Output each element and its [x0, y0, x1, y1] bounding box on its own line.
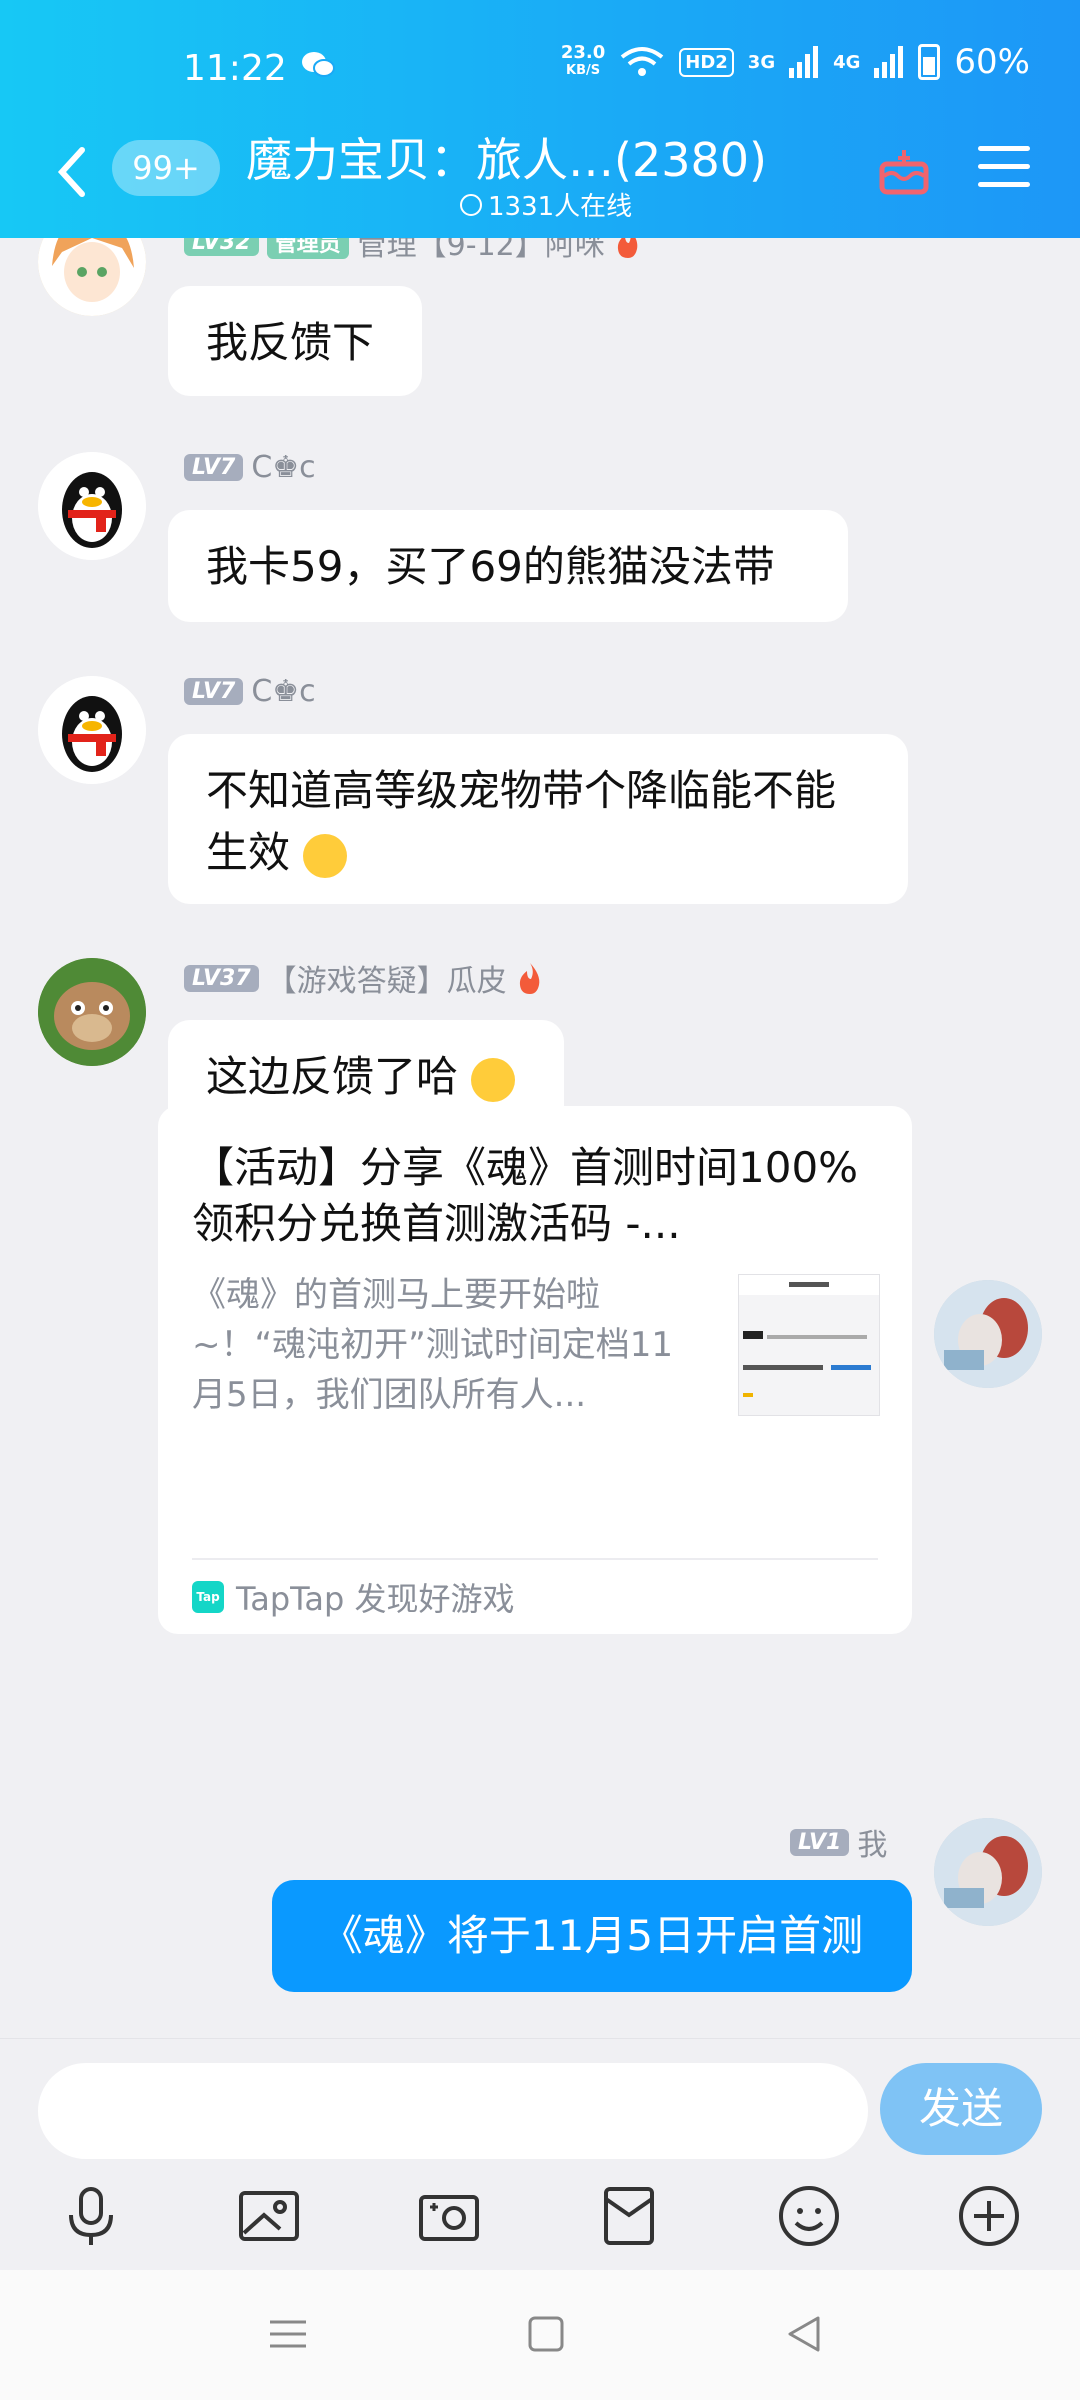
penguin-avatar-icon [38, 676, 146, 784]
my-avatar[interactable] [934, 1818, 1042, 1926]
avatar[interactable] [38, 958, 146, 1066]
sender-name[interactable]: C♚c [251, 450, 315, 485]
level-badge: LV1 [790, 1828, 850, 1856]
status-time: 11:22 [183, 48, 287, 89]
system-navigation-bar [0, 2270, 1080, 2400]
my-meta: LV1 我 [790, 1820, 887, 1864]
camera-icon[interactable] [416, 2183, 482, 2249]
back-arrow-icon[interactable] [52, 142, 92, 202]
my-message-bubble[interactable]: 《魂》将于11月5日开启首测 [272, 1880, 912, 1992]
avatar[interactable] [38, 676, 146, 784]
menu-icon[interactable] [978, 146, 1030, 192]
signal-icon-2 [874, 46, 904, 78]
group-title[interactable]: 魔力宝贝：旅人…(2380) [246, 124, 767, 190]
card-divider [192, 1558, 878, 1560]
message-bubble[interactable]: 我卡59，买了69的熊猫没法带 [168, 510, 848, 622]
level-badge: LV7 [184, 678, 244, 705]
image-icon[interactable] [236, 2183, 302, 2249]
level-badge: LV32 [184, 238, 259, 256]
battery-icon [918, 44, 941, 80]
card-description: 《魂》的首测马上要开始啦~！“魂沌初开”测试时间定档11月5日，我们团队所有人.… [192, 1275, 673, 1415]
sender-name[interactable]: C♚c [251, 674, 315, 709]
avatar[interactable] [38, 452, 146, 560]
sender-name: 我 [857, 1828, 888, 1863]
level-badge: LV37 [184, 964, 259, 992]
network-4g: 4G [833, 51, 861, 73]
signal-icon [789, 46, 819, 78]
sender-meta: LV32 管理员 管理【9-12】阿咪 [184, 238, 643, 264]
unread-badge[interactable]: 99+ [112, 140, 220, 196]
penguin-avatar-icon [38, 452, 146, 560]
send-button[interactable]: 发送 [880, 2063, 1042, 2155]
network-3g: 3G [747, 51, 776, 73]
message-input[interactable] [38, 2063, 868, 2159]
sender-name[interactable]: 【游戏答疑】瓜皮 [267, 956, 507, 1000]
message-bubble[interactable]: 我反馈下 [168, 286, 422, 396]
network-speed: 23.0 KB/S [560, 42, 606, 79]
sender-meta: LV7 C♚c [184, 450, 316, 485]
wifi-icon [621, 47, 664, 76]
fire-icon [519, 963, 539, 994]
cake-icon[interactable] [876, 142, 932, 198]
role-badge: 管理员 [266, 238, 349, 259]
shared-link-card[interactable]: 【活动】分享《魂》首测时间100%领积分兑换首测激活码 -... 《魂》的首测马… [158, 1106, 912, 1634]
home-icon[interactable] [522, 2310, 570, 2358]
toolbar [0, 2183, 1080, 2263]
online-count: 1331人在线 [460, 186, 632, 223]
check-circle-icon [460, 193, 482, 216]
sender-name[interactable]: 管理【9-12】阿咪 [357, 238, 605, 264]
thumbnail-image [739, 1275, 879, 1397]
avatar[interactable] [38, 238, 146, 316]
fire-icon [617, 238, 638, 258]
plus-icon[interactable] [956, 2183, 1022, 2249]
microphone-icon[interactable] [58, 2183, 124, 2249]
chat-header: 11:22 23.0 KB/S HD2 3G 4G 60% 99+ 魔力宝贝：旅… [0, 0, 1080, 238]
wechat-icon [302, 52, 335, 77]
yummy-emoji-icon [471, 1057, 516, 1102]
my-avatar-image [934, 1818, 1042, 1926]
status-bar: 11:22 23.0 KB/S HD2 3G 4G 60% [0, 40, 1080, 100]
anime-avatar-icon [38, 238, 146, 316]
taptap-logo-icon: Tap [192, 1581, 224, 1613]
input-bar: 发送 [0, 2038, 1080, 2271]
recent-apps-icon[interactable] [264, 2310, 312, 2358]
message-bubble[interactable]: 不知道高等级宠物带个降临能不能生效 [168, 734, 908, 904]
card-title: 【活动】分享《魂》首测时间100%领积分兑换首测激活码 -... [192, 1143, 859, 1248]
emoji-icon[interactable] [776, 2183, 842, 2249]
title-bar: 99+ 魔力宝贝：旅人…(2380) 1331人在线 [0, 120, 1080, 230]
status-icons: 23.0 KB/S HD2 3G 4G 60% [561, 42, 1030, 82]
battery-level: 60% [954, 42, 1030, 82]
card-source: Tap TapTap 发现好游戏 [192, 1574, 515, 1620]
my-avatar-image [934, 1280, 1042, 1388]
sender-meta: LV7 C♚c [184, 674, 316, 709]
my-avatar[interactable] [934, 1280, 1042, 1388]
sender-meta: LV37 【游戏答疑】瓜皮 [184, 956, 545, 1000]
level-badge: LV7 [184, 454, 244, 481]
red-packet-icon[interactable] [596, 2183, 662, 2249]
laughing-emoji-icon [303, 833, 348, 878]
hd-icon: HD2 [679, 47, 734, 77]
card-thumbnail [738, 1274, 880, 1416]
chat-area[interactable]: LV32 管理员 管理【9-12】阿咪 我反馈下 LV7 C♚c 我卡59，买了… [0, 238, 1080, 2038]
bear-avatar-icon [38, 958, 146, 1066]
back-icon[interactable] [780, 2310, 828, 2358]
